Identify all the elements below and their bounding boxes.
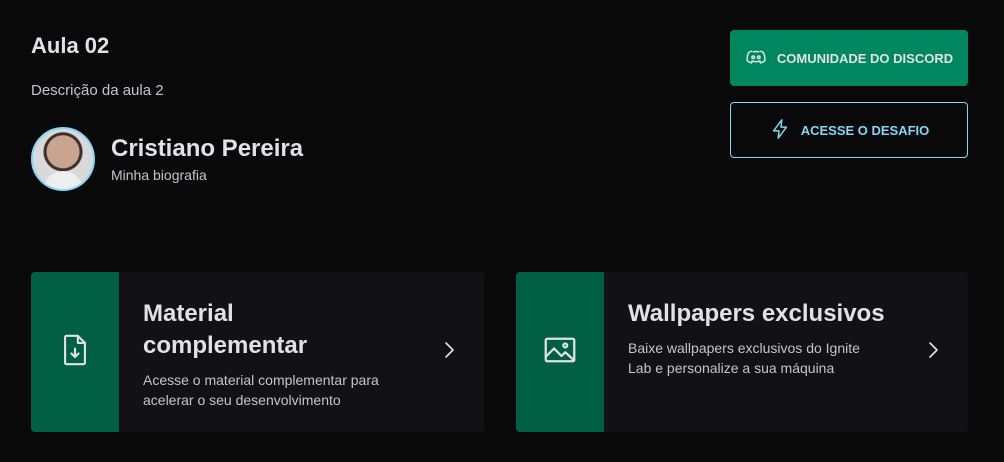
card-body: Wallpapers exclusivos Baixe wallpapers e… [604,272,898,432]
discord-button-label: Comunidade do Discord [776,50,954,66]
challenge-button[interactable]: Acesse o desafio [730,102,968,158]
discord-community-button[interactable]: Comunidade do Discord [730,30,968,86]
lightning-icon [769,117,801,144]
wallpapers-card[interactable]: Wallpapers exclusivos Baixe wallpapers e… [516,272,968,432]
card-icon-box [516,272,604,432]
card-arrow [898,272,968,432]
card-title: Material complementar [143,300,308,359]
teacher-profile: Cristiano Pereira Minha biografia [31,127,303,191]
lesson-title: Aula 02 [31,33,110,58]
card-arrow [414,272,484,432]
teacher-bio: Minha biografia [111,167,207,183]
file-download-icon [58,332,92,373]
image-icon [542,332,578,373]
avatar [31,127,95,191]
card-body: Material complementar Acesse o material … [119,272,414,432]
challenge-button-label: Acesse o desafio [800,122,930,138]
card-text: Baixe wallpapers exclusivos do Ignite La… [628,340,860,376]
teacher-info: Cristiano Pereira Minha biografia [111,135,303,183]
discord-icon [745,46,777,71]
material-card[interactable]: Material complementar Acesse o material … [31,272,484,432]
lesson-description: Descrição da aula 2 [31,82,164,99]
chevron-right-icon [926,340,940,365]
card-title: Wallpapers exclusivos [628,300,885,327]
card-icon-box [31,272,119,432]
chevron-right-icon [442,340,456,365]
card-text: Acesse o material complementar para acel… [143,372,379,408]
teacher-name: Cristiano Pereira [111,135,304,162]
